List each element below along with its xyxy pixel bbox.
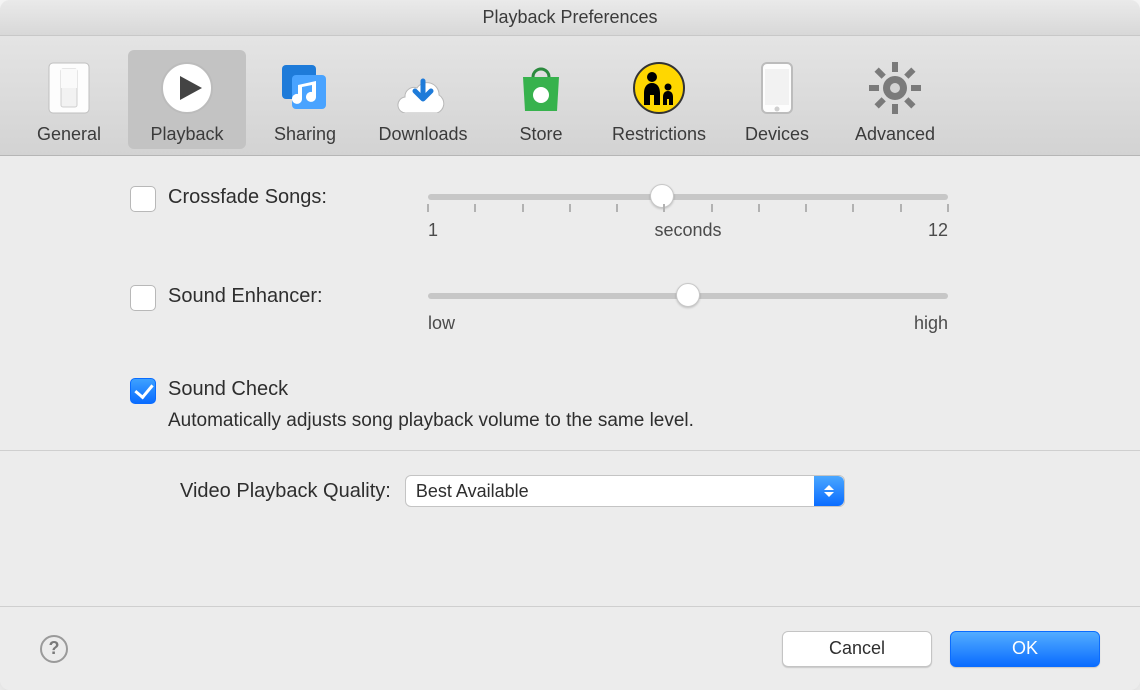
tab-playback[interactable]: Playback [128,50,246,149]
crossfade-ticks [428,204,948,216]
switch-icon [39,58,99,118]
tab-label: General [37,124,101,145]
enhancer-min-label: low [428,313,455,334]
enhancer-slider[interactable]: low high [428,285,948,334]
tab-devices[interactable]: Devices [718,50,836,149]
music-share-icon [275,58,335,118]
footer: ? Cancel OK [0,606,1140,690]
gear-icon [865,58,925,118]
cloud-download-icon [393,58,453,118]
cancel-button[interactable]: Cancel [782,631,932,667]
tab-general[interactable]: General [10,50,128,149]
window-title: Playback Preferences [482,7,657,28]
chevron-updown-icon [814,476,844,506]
crossfade-min-label: 1 [428,220,438,241]
tab-label: Store [519,124,562,145]
ok-button[interactable]: OK [950,631,1100,667]
sound-check-label: Sound Check [168,378,288,401]
help-button[interactable]: ? [40,635,68,663]
tab-label: Devices [745,124,809,145]
tab-label: Sharing [274,124,336,145]
preferences-window: Playback Preferences General Playback Sh… [0,0,1140,690]
content-area: Crossfade Songs: 1 seconds 12 Sound Enha… [0,156,1140,606]
toolbar: General Playback Sharing Downloads Store [0,36,1140,156]
tab-sharing[interactable]: Sharing [246,50,364,149]
tab-label: Advanced [855,124,935,145]
parental-icon [629,58,689,118]
enhancer-label: Sound Enhancer: [168,285,428,308]
enhancer-max-label: high [914,313,948,334]
shopping-bag-icon [511,58,571,118]
video-quality-value: Best Available [416,481,529,502]
video-quality-select[interactable]: Best Available [405,475,845,507]
sound-check-checkbox[interactable] [130,378,156,404]
sound-check-description: Automatically adjusts song playback volu… [168,410,1080,432]
video-quality-label: Video Playback Quality: [180,480,391,503]
tab-label: Downloads [378,124,467,145]
tab-restrictions[interactable]: Restrictions [600,50,718,149]
crossfade-slider[interactable]: 1 seconds 12 [428,186,948,241]
crossfade-checkbox[interactable] [130,186,156,212]
divider [0,450,1140,451]
crossfade-label: Crossfade Songs: [168,186,428,209]
tab-downloads[interactable]: Downloads [364,50,482,149]
tab-label: Restrictions [612,124,706,145]
tab-advanced[interactable]: Advanced [836,50,954,149]
crossfade-unit-label: seconds [654,220,721,241]
tab-label: Playback [150,124,223,145]
crossfade-max-label: 12 [928,220,948,241]
enhancer-checkbox[interactable] [130,285,156,311]
play-icon [157,58,217,118]
phone-icon [747,58,807,118]
titlebar: Playback Preferences [0,0,1140,36]
tab-store[interactable]: Store [482,50,600,149]
